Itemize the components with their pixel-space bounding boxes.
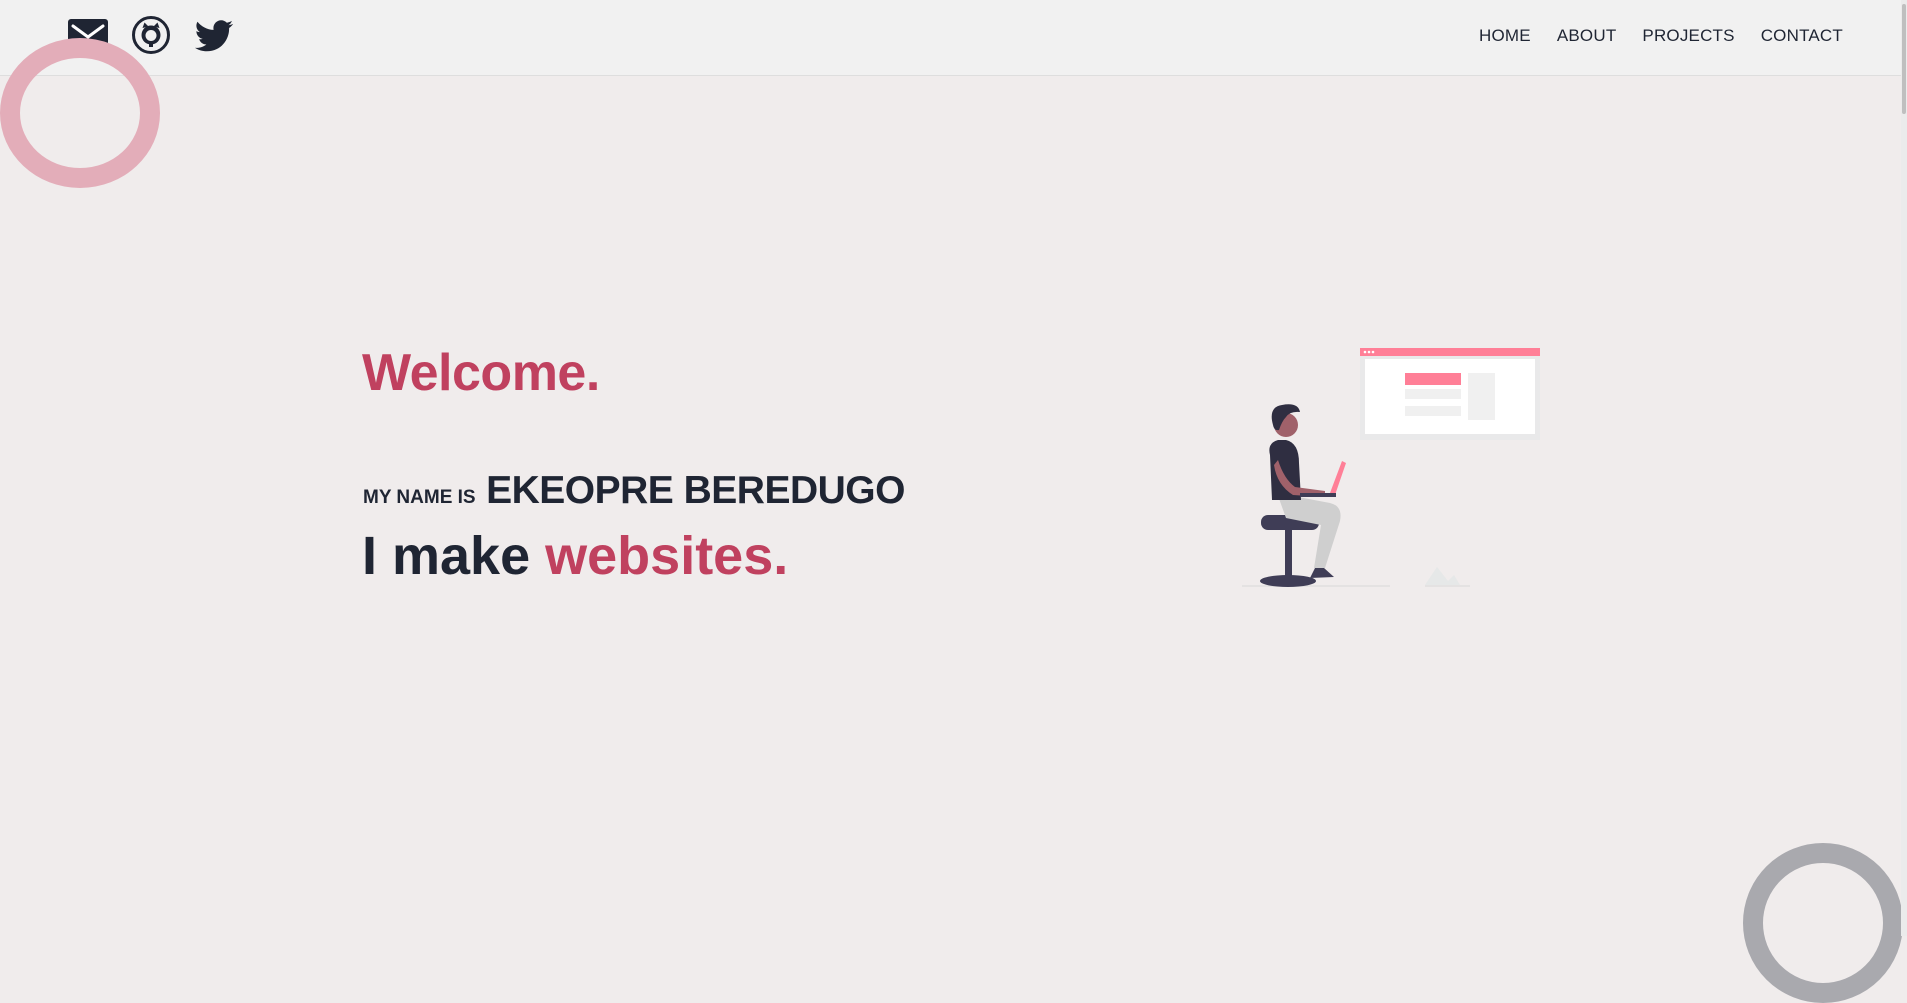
tagline-prefix: I make: [362, 526, 531, 586]
welcome-heading: Welcome.: [362, 344, 600, 402]
nav-contact[interactable]: CONTACT: [1761, 26, 1843, 46]
scrollbar-thumb[interactable]: [1902, 4, 1906, 114]
name-intro: MY NAME IS: [363, 487, 476, 508]
tagline: I make websites.: [362, 525, 788, 587]
github-icon[interactable]: [130, 16, 172, 54]
nav-projects[interactable]: PROJECTS: [1642, 26, 1734, 46]
decorative-ring-top: [0, 38, 160, 188]
main-nav: HOME ABOUT PROJECTS CONTACT: [1453, 26, 1843, 46]
name-line: MY NAME IS EKEOPRE BEREDUGO: [363, 469, 905, 513]
tagline-accent: websites.: [545, 526, 789, 586]
twitter-icon[interactable]: [193, 16, 235, 54]
nav-home[interactable]: HOME: [1479, 26, 1531, 46]
nav-about[interactable]: ABOUT: [1557, 26, 1617, 46]
developer-illustration: [1242, 348, 1540, 587]
person-name: EKEOPRE BEREDUGO: [486, 469, 905, 512]
site-header: HOME ABOUT PROJECTS CONTACT: [0, 0, 1907, 76]
decorative-ring-bottom: [1743, 843, 1903, 1003]
page-scrollbar[interactable]: [1901, 0, 1907, 936]
